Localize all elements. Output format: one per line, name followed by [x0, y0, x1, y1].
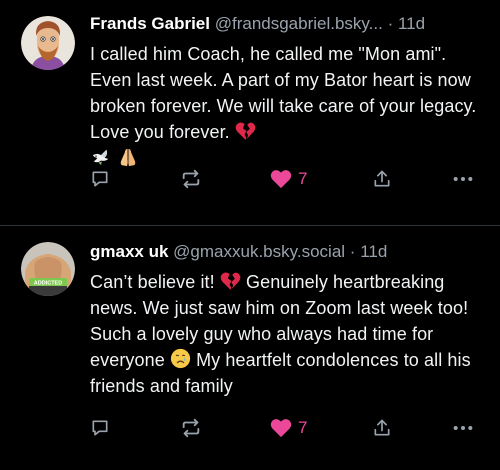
post-actions: 7: [90, 416, 488, 440]
post-text: Can’t believe it! Genuinely heartbreakin…: [90, 269, 488, 399]
post-feed: Frands Gabriel @frandsgabriel.bsky... · …: [0, 0, 500, 470]
avatar-badge-text: ADDICTED: [34, 281, 62, 287]
separator: ·: [349, 242, 356, 261]
repost-button[interactable]: [180, 167, 202, 191]
post-header: Frands Gabriel @frandsgabriel.bsky... · …: [90, 12, 488, 36]
dove-emoji: [90, 147, 112, 167]
broken-heart-emoji: [235, 121, 256, 141]
post-text-body: I called him Coach, he called me "Mon am…: [90, 44, 477, 142]
crying-face-emoji: [170, 348, 191, 369]
share-icon: [374, 419, 390, 436]
display-name[interactable]: Frands Gabriel: [90, 14, 210, 33]
repost-button[interactable]: [180, 416, 202, 440]
more-icon: [453, 176, 473, 182]
more-options-button[interactable]: [452, 167, 474, 191]
separator: ·: [387, 14, 394, 33]
folded-hands-emoji: [117, 147, 139, 167]
share-button[interactable]: [372, 167, 392, 191]
heart-icon: [270, 419, 292, 438]
heart-icon: [270, 170, 292, 189]
broken-heart-emoji: [220, 271, 241, 291]
post-header: gmaxx uk @gmaxxuk.bsky.social · 11d: [90, 240, 488, 264]
repost-icon: [182, 418, 200, 438]
more-options-button[interactable]: [452, 416, 474, 440]
reply-button[interactable]: [90, 416, 110, 440]
like-count: 7: [298, 169, 308, 188]
display-name[interactable]: gmaxx uk: [90, 242, 168, 261]
more-icon: [453, 425, 473, 431]
post[interactable]: Frands Gabriel @frandsgabriel.bsky... · …: [0, 0, 500, 226]
handle[interactable]: @frandsgabriel.bsky...: [215, 14, 383, 33]
like-button[interactable]: 7: [270, 167, 307, 191]
like-button[interactable]: 7: [270, 416, 307, 440]
repost-icon: [182, 169, 200, 189]
handle[interactable]: @gmaxxuk.bsky.social: [173, 242, 345, 261]
timestamp[interactable]: 11d: [398, 14, 425, 33]
like-count: 7: [298, 418, 308, 437]
post-text-part1: Can’t believe it!: [90, 272, 215, 292]
post-content: Frands Gabriel @frandsgabriel.bsky... · …: [90, 12, 488, 171]
post[interactable]: ADDICTED gmaxx uk @gmaxxuk.bsky.social ·…: [0, 226, 500, 470]
avatar[interactable]: [21, 16, 75, 70]
reply-icon: [92, 171, 108, 187]
post-content: gmaxx uk @gmaxxuk.bsky.social · 11d Can’…: [90, 240, 488, 399]
post-text: I called him Coach, he called me "Mon am…: [90, 41, 488, 171]
timestamp[interactable]: 11d: [360, 242, 387, 261]
avatar[interactable]: ADDICTED: [21, 242, 75, 296]
share-button[interactable]: [372, 416, 392, 440]
post-actions: 7: [90, 167, 488, 191]
reply-button[interactable]: [90, 167, 110, 191]
reply-icon: [92, 420, 108, 436]
share-icon: [374, 170, 390, 187]
